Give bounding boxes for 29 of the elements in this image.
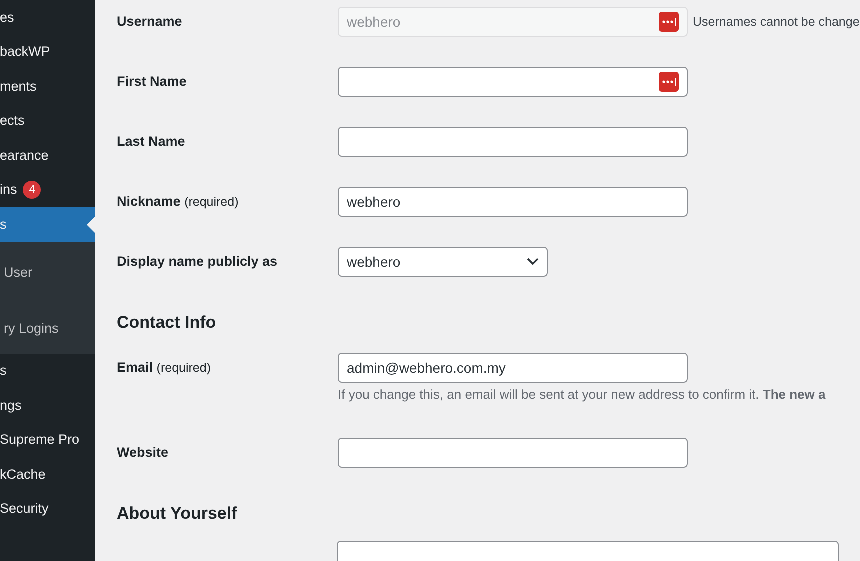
sidebar-item[interactable]: ry Logins bbox=[0, 311, 95, 346]
field-label: Nickname (required) bbox=[117, 193, 240, 211]
field-label: Website bbox=[117, 444, 170, 462]
sidebar-item[interactable]: ects bbox=[0, 104, 95, 138]
field-hint: Usernames cannot be change bbox=[693, 15, 860, 29]
sidebar-item[interactable]: ngs bbox=[0, 388, 95, 422]
sidebar-item[interactable]: backWP bbox=[0, 34, 95, 69]
display-name-select[interactable]: webhero bbox=[338, 247, 548, 277]
text-input[interactable]: admin@webhero.com.my bbox=[338, 353, 688, 383]
sidebar-item[interactable]: Supreme Pro bbox=[0, 422, 95, 457]
section-heading: About Yourself bbox=[117, 503, 238, 525]
sidebar-item[interactable]: ins 4 bbox=[0, 172, 95, 207]
text-input[interactable]: webhero bbox=[338, 187, 688, 217]
sidebar-item[interactable]: s bbox=[0, 207, 95, 242]
field-label: Email (required) bbox=[117, 359, 212, 377]
sidebar-item[interactable]: s bbox=[0, 354, 95, 388]
field-description: If you change this, an email will be sent at your new address to confirm it. The new a bbox=[338, 387, 827, 402]
sidebar-item[interactable]: kCache bbox=[0, 457, 95, 492]
sidebar-item[interactable]: es bbox=[0, 0, 95, 34]
sidebar-item[interactable]: earance bbox=[0, 138, 95, 172]
count-badge: 4 bbox=[23, 180, 42, 199]
section-heading: Contact Info bbox=[117, 312, 218, 334]
sidebar-item[interactable]: Security bbox=[0, 492, 95, 526]
field-label: Display name publicly as bbox=[117, 253, 279, 271]
field-label: Username bbox=[117, 13, 184, 31]
sidebar-item[interactable]: User bbox=[0, 256, 95, 290]
sidebar-item[interactable]: ments bbox=[0, 69, 95, 104]
field-label: Last Name bbox=[117, 133, 186, 151]
field-label: First Name bbox=[117, 73, 188, 91]
